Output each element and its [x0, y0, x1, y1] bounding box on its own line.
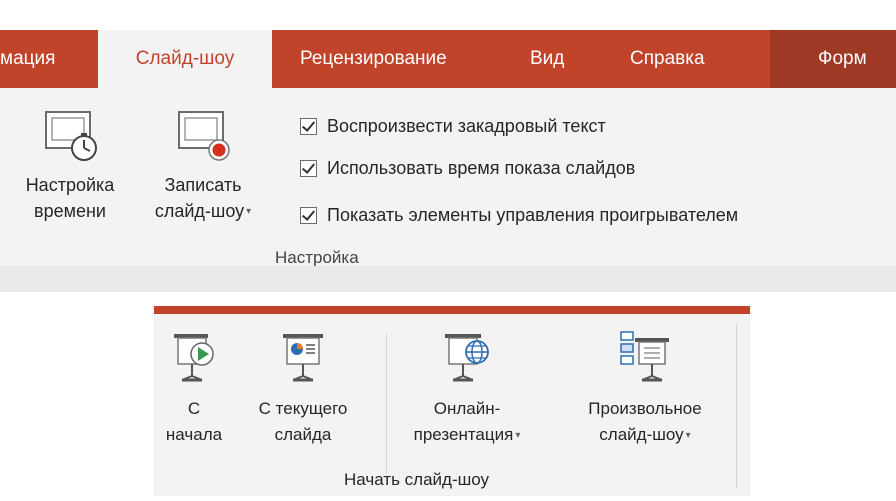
rehearse-timings-label-2: времени [34, 201, 106, 221]
record-slideshow-label-1: Записать [164, 175, 242, 195]
rehearse-timings-label-1: Настройка [25, 175, 115, 195]
ribbon-body: Настройка времени Записать слайд-шоу ▾ Во… [0, 88, 896, 267]
record-slideshow-button[interactable]: Записать слайд-шоу ▾ [140, 108, 266, 225]
group-separator [386, 334, 387, 474]
from-current-slide-button[interactable]: С текущего слайда [236, 328, 370, 448]
tab-view[interactable]: Вид [530, 30, 564, 88]
checkbox-use-timings[interactable]: Использовать время показа слайдов [300, 156, 635, 180]
from-beginning-button[interactable]: С начала [154, 328, 234, 448]
group-separator [736, 324, 737, 488]
record-slideshow-icon [178, 111, 230, 161]
checkbox-label: Показать элементы управления проигрывате… [327, 204, 739, 225]
checkbox-label: Воспроизвести закадровый текст [327, 115, 606, 136]
present-online-button[interactable]: Онлайн- презентация ▾ [396, 328, 538, 449]
chevron-down-icon: ▾ [515, 429, 521, 441]
record-slideshow-label-2: слайд-шоу ▾ [154, 201, 252, 221]
from-beginning-label-1: С [187, 399, 201, 418]
from-current-slide-label-2: слайда [274, 425, 332, 444]
checkbox-checked-icon[interactable] [300, 117, 317, 135]
start-slideshow-ribbon: С начала С текущего слайда Онлайн- презе… [154, 306, 750, 496]
checkbox-checked-icon[interactable] [300, 159, 317, 177]
checkbox-show-media-controls[interactable]: Показать элементы управления проигрывате… [300, 203, 738, 227]
from-current-slide-icon [283, 334, 323, 382]
chevron-down-icon: ▾ [685, 429, 691, 441]
custom-slideshow-label-2: слайд-шоу ▾ [599, 425, 691, 444]
present-online-label-2: презентация ▾ [413, 425, 521, 444]
group-label-setup: Настройка [275, 248, 359, 267]
checkbox-checked-icon[interactable] [300, 206, 317, 224]
present-online-label-1: Онлайн- [433, 399, 501, 418]
custom-slideshow-label-1: Произвольное [588, 399, 702, 418]
custom-slideshow-button[interactable]: Произвольное слайд-шоу ▾ [550, 328, 740, 449]
ribbon-tab-bar: мация Слайд-шоу Рецензирование Вид Справ… [0, 30, 896, 88]
rehearse-timings-icon [45, 111, 97, 161]
tab-animations[interactable]: мация [0, 30, 55, 88]
ribbon-accent-bar [154, 306, 750, 314]
rehearse-timings-button[interactable]: Настройка времени [14, 108, 126, 224]
custom-slideshow-icon [620, 331, 669, 382]
chevron-down-icon: ▾ [246, 206, 252, 218]
checkbox-label: Использовать время показа слайдов [327, 157, 636, 178]
checkbox-play-narrations[interactable]: Воспроизвести закадровый текст [300, 114, 606, 138]
from-beginning-label-2: начала [165, 425, 223, 444]
ribbon-top: мация Слайд-шоу Рецензирование Вид Справ… [0, 0, 896, 292]
online-present-icon [445, 334, 489, 382]
tab-format[interactable]: Форм [818, 30, 867, 88]
tab-help[interactable]: Справка [630, 30, 705, 88]
from-current-slide-label-1: С текущего [258, 399, 348, 418]
play-from-start-icon [174, 334, 214, 382]
ribbon-bottom-edge [0, 266, 896, 292]
tab-slideshow[interactable]: Слайд-шоу [98, 30, 272, 88]
group-label-start-slideshow: Начать слайд-шоу [344, 470, 490, 489]
tab-review[interactable]: Рецензирование [300, 30, 447, 88]
